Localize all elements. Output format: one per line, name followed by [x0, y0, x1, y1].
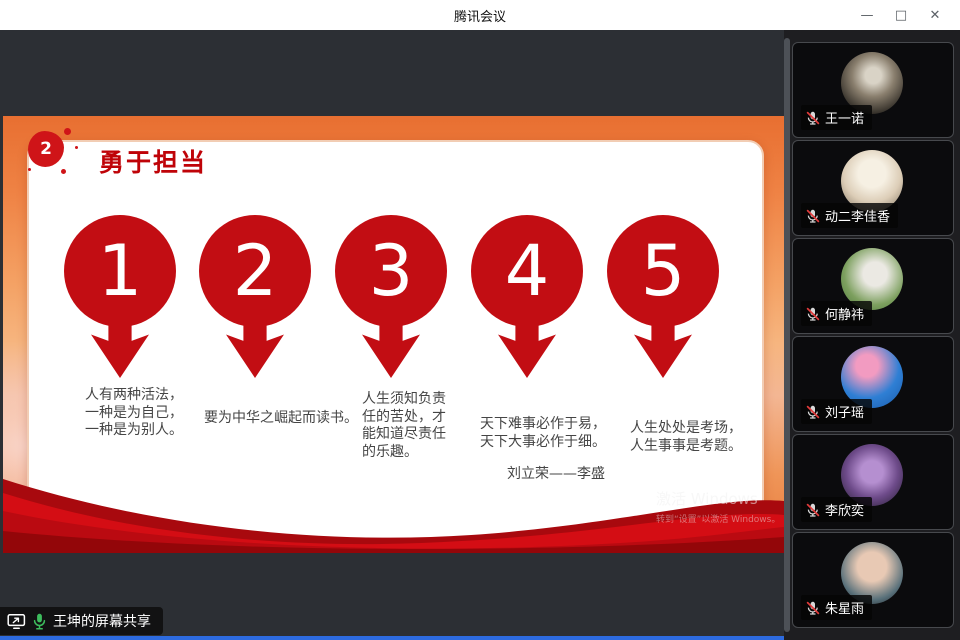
participant-tile[interactable]: 王一诺 — [792, 42, 954, 138]
mic-muted-icon — [806, 405, 820, 419]
pin-marker-5: 5 — [607, 215, 719, 378]
mic-muted-icon — [806, 503, 820, 517]
participant-tile[interactable]: 朱星雨 — [792, 532, 954, 628]
mic-muted-icon — [806, 111, 820, 125]
participant-name: 动二李佳香 — [825, 206, 890, 225]
quote-text-3: 人生须知负责 任的苦处，才 能知道尽责任 的乐趣。 — [362, 391, 446, 461]
pin-marker-1: 1 — [64, 215, 176, 378]
down-arrow-icon — [498, 320, 556, 378]
minimize-button[interactable]: — — [850, 0, 884, 30]
pin-marker-2: 2 — [199, 215, 311, 378]
quote-text-2: 要为中华之崛起而读书。 — [204, 410, 358, 428]
quote-text-1: 人有两种活法， 一种是为自己， 一种是为别人。 — [85, 387, 183, 440]
participant-tile[interactable]: 李欣奕 — [792, 434, 954, 530]
meeting-window: 腾讯会议 — □ ✕ 2 勇于担当 1 2 3 4 — [0, 0, 960, 640]
pin-marker-3: 3 — [335, 215, 447, 378]
pin-circle: 3 — [335, 215, 447, 327]
maximize-button[interactable]: □ — [884, 0, 918, 30]
name-badge: 刘子瑶 — [801, 399, 872, 424]
title-bar: 腾讯会议 — □ ✕ — [0, 0, 960, 30]
pin-circle: 2 — [199, 215, 311, 327]
close-button[interactable]: ✕ — [918, 0, 952, 30]
participant-name: 刘子瑶 — [825, 402, 864, 421]
participant-tile[interactable]: 刘子瑶 — [792, 336, 954, 432]
pin-circle: 1 — [64, 215, 176, 327]
name-badge: 何静祎 — [801, 301, 872, 326]
screen-share-label: 王坤的屏幕共享 — [53, 611, 151, 631]
mic-muted-icon — [806, 601, 820, 615]
down-arrow-icon — [634, 320, 692, 378]
window-title: 腾讯会议 — [454, 6, 506, 25]
participants-sidebar: 王一诺 动二李佳香 — [784, 30, 960, 640]
watermark-line1: 激活 Windows — [656, 488, 780, 509]
participant-name: 李欣奕 — [825, 500, 864, 519]
sidebar-resize-handle[interactable] — [784, 38, 790, 632]
watermark-line2: 转到“设置”以激活 Windows。 — [656, 512, 780, 525]
participant-tile[interactable]: 动二李佳香 — [792, 140, 954, 236]
pin-marker-4: 4 — [471, 215, 583, 378]
participant-name: 何静祎 — [825, 304, 864, 323]
quote-text-4: 天下难事必作于易， 天下大事必作于细。 — [480, 416, 606, 451]
participant-name: 王一诺 — [825, 108, 864, 127]
bottom-blue-strip — [0, 636, 784, 640]
name-badge: 动二李佳香 — [801, 203, 898, 228]
windows-activation-watermark: 激活 Windows 转到“设置”以激活 Windows。 — [656, 488, 780, 525]
pin-circle: 4 — [471, 215, 583, 327]
down-arrow-icon — [91, 320, 149, 378]
down-arrow-icon — [226, 320, 284, 378]
window-controls: — □ ✕ — [850, 0, 952, 30]
participant-name: 朱星雨 — [825, 598, 864, 617]
slide-title: 勇于担当 — [99, 143, 207, 179]
mic-muted-icon — [806, 307, 820, 321]
mic-muted-icon — [806, 209, 820, 223]
pin-circle: 5 — [607, 215, 719, 327]
shared-screen-area: 2 勇于担当 1 2 3 4 5 人有两种活法， 一种是为自己 — [0, 30, 784, 640]
mic-on-icon — [33, 613, 46, 630]
quote-text-5: 人生处处是考场， 人生事事是考题。 — [630, 420, 742, 455]
name-badge: 朱星雨 — [801, 595, 872, 620]
presentation-slide: 2 勇于担当 1 2 3 4 5 人有两种活法， 一种是为自己 — [3, 116, 784, 553]
participant-tile[interactable]: 何静祎 — [792, 238, 954, 334]
screen-share-banner: 王坤的屏幕共享 — [0, 607, 163, 635]
screen-share-icon — [7, 613, 26, 630]
down-arrow-icon — [362, 320, 420, 378]
name-badge: 王一诺 — [801, 105, 872, 130]
name-badge: 李欣奕 — [801, 497, 872, 522]
